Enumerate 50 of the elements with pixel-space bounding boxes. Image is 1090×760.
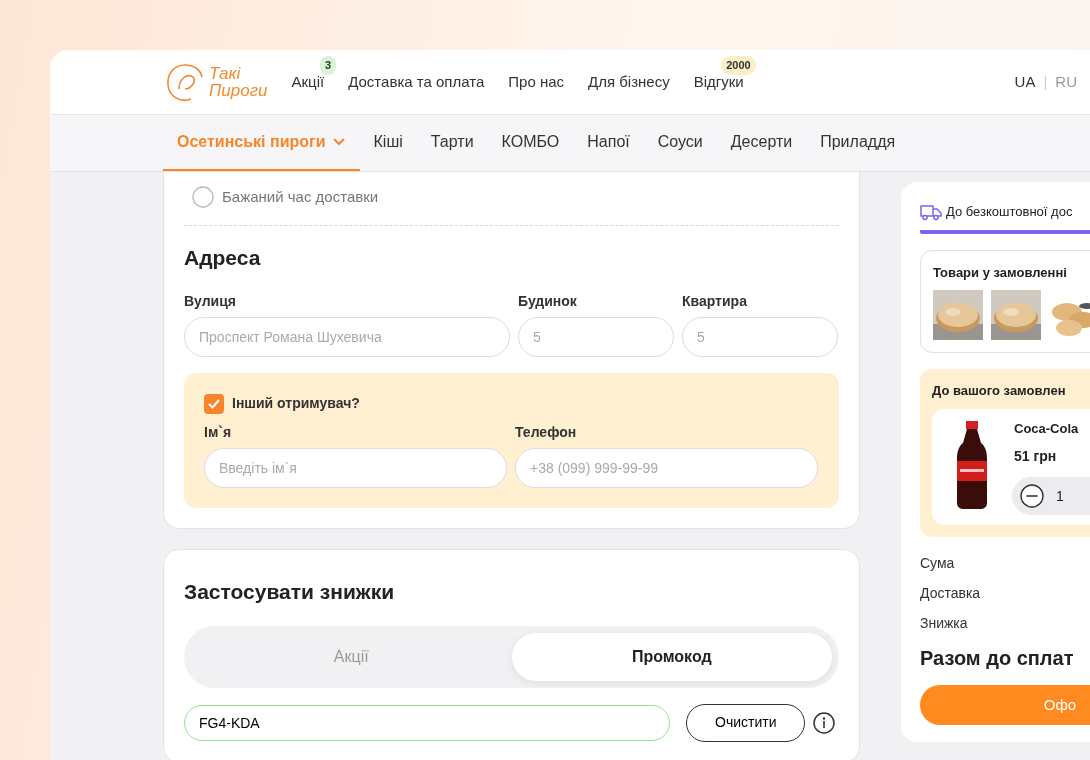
text-field[interactable]: 5: [518, 317, 674, 357]
text-field[interactable]: +38 (099) 999-99-99: [515, 448, 818, 488]
order-items-title: Товари у замовленні: [933, 263, 1068, 282]
checkbox-label: Інший отримувач?: [232, 394, 360, 413]
category-tab[interactable]: КОМБО: [487, 115, 574, 171]
summary-label: Доставка: [920, 584, 982, 603]
free-delivery-text: До безкоштовної дос: [946, 203, 1073, 221]
field-label: Телефон: [515, 423, 578, 442]
field-label: Ім`я: [204, 423, 233, 442]
summary-label: Сума: [920, 554, 956, 573]
checkbox[interactable]: [204, 393, 224, 414]
radio-label: Бажаний час доставки: [222, 187, 379, 207]
logo-text: Пироги: [209, 82, 268, 99]
separator: |: [1043, 71, 1048, 92]
quantity-value: 1: [1056, 486, 1064, 506]
product-name: Coca-Cola: [1014, 419, 1080, 438]
category-tab[interactable]: Приладдя: [806, 115, 910, 171]
field-label: Вулиця: [184, 292, 237, 311]
nav-link[interactable]: Про нас: [508, 73, 565, 90]
category-tab[interactable]: Кіші: [359, 115, 417, 171]
text-field[interactable]: Введіть ім`я: [204, 448, 507, 488]
promo-code-field[interactable]: FG4-KDA: [184, 704, 670, 741]
product-price: 51 грн: [1014, 447, 1058, 466]
logo-text: Такі: [209, 65, 242, 82]
nav-link[interactable]: Для бізнесу: [588, 73, 670, 90]
info-icon[interactable]: [813, 711, 836, 734]
section-title: Адреса: [184, 244, 262, 271]
nav-link[interactable]: Акції: [291, 73, 325, 90]
count-badge: 2000: [721, 56, 756, 75]
field-label: Квартира: [682, 292, 748, 311]
category-tab[interactable]: Напої: [573, 115, 644, 171]
count-badge: 3: [320, 56, 337, 75]
truck-icon: [920, 202, 942, 221]
field-label: Будинок: [518, 292, 578, 311]
minus-icon[interactable]: [1020, 484, 1044, 508]
text-field[interactable]: Проспект Романа Шухевича: [184, 317, 510, 357]
clear-button[interactable]: Очистити: [686, 703, 806, 742]
language-link[interactable]: UA: [1014, 70, 1036, 94]
category-tab[interactable]: Тарти: [416, 115, 488, 171]
summary-label: Знижка: [920, 614, 969, 633]
section-title: Застосувати знижки: [184, 579, 396, 605]
category-tab[interactable]: Десерти: [716, 115, 807, 171]
text-field[interactable]: 5: [682, 317, 838, 357]
radio-button[interactable]: [192, 186, 214, 209]
upsell-title: До вашого замовлен: [932, 382, 1067, 400]
category-tab[interactable]: Соуси: [643, 115, 717, 171]
nav-link[interactable]: Відгуки: [693, 73, 744, 90]
total-label: Разом до сплат: [920, 646, 1075, 671]
nav-link[interactable]: Доставка та оплата: [348, 73, 485, 90]
discount-tab[interactable]: Промокод: [511, 632, 832, 681]
